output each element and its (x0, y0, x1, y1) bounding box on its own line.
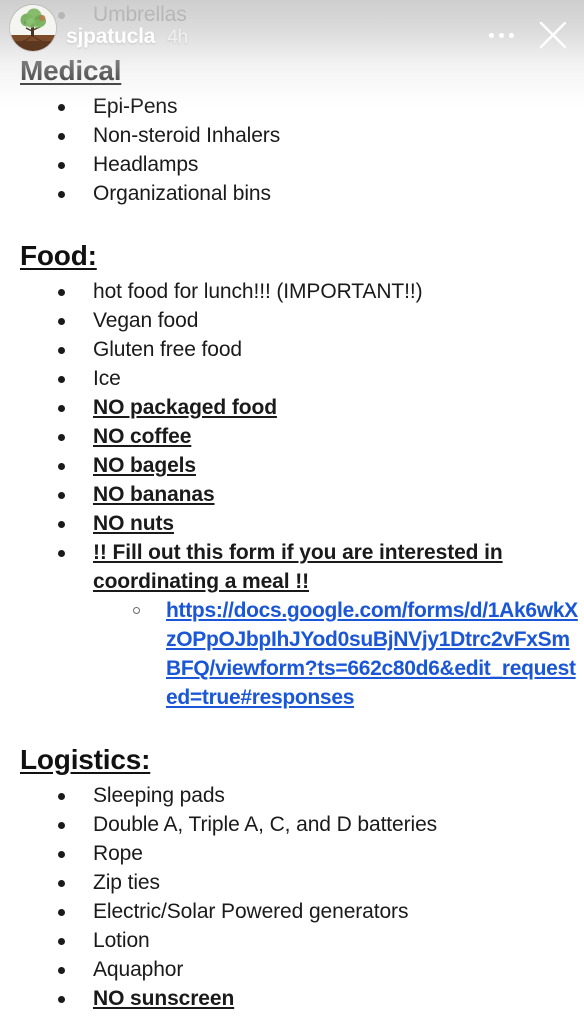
list-item: Rope (0, 839, 584, 868)
list-item: Sleeping pads (0, 781, 584, 810)
list-item: Vegan food (0, 306, 584, 335)
section-food: Food: hot food for lunch!!! (IMPORTANT!!… (0, 238, 584, 712)
list-item: NO packaged food (0, 393, 584, 422)
list-item: Non-steroid Inhalers (0, 121, 584, 150)
section-heading: Medical (20, 55, 122, 86)
sub-list-item: https://docs.google.com/forms/d/1Ak6wkXz… (0, 596, 584, 712)
google-form-link[interactable]: https://docs.google.com/forms/d/1Ak6wkXz… (166, 599, 578, 709)
list-item: Lotion (0, 926, 584, 955)
medical-list: Epi-Pens Non-steroid Inhalers Headlamps … (0, 92, 584, 208)
logistics-list: Sleeping pads Double A, Triple A, C, and… (0, 781, 584, 1013)
list-item: Headlamps (0, 150, 584, 179)
section-heading: Food: (20, 240, 97, 271)
list-item: NO bananas (0, 480, 584, 509)
section-logistics: Logistics: Sleeping pads Double A, Tripl… (0, 742, 584, 1013)
food-list: hot food for lunch!!! (IMPORTANT!!) Vega… (0, 277, 584, 596)
list-item: Gluten free food (0, 335, 584, 364)
username[interactable]: sjpatucla (66, 25, 155, 49)
story-header-actions (489, 4, 570, 52)
section-medical: Medical Epi-Pens Non-steroid Inhalers He… (0, 53, 584, 208)
list-item: Double A, Triple A, C, and D batteries (0, 810, 584, 839)
story-header: sjpatucla 4h (0, 0, 584, 56)
story-header-meta: sjpatucla 4h (66, 7, 489, 49)
section-heading: Logistics: (20, 744, 151, 775)
timestamp: 4h (167, 27, 188, 48)
story-viewport: Umbrellas Medical Epi-Pens Non-steroid I… (0, 0, 584, 1023)
list-item: Aquaphor (0, 955, 584, 984)
list-item: NO bagels (0, 451, 584, 480)
list-item: NO sunscreen (0, 984, 584, 1013)
close-icon (539, 21, 567, 49)
more-options-button[interactable] (489, 32, 514, 38)
tree-avatar-icon (10, 5, 56, 51)
avatar[interactable] (10, 5, 56, 51)
list-item: NO coffee (0, 422, 584, 451)
list-item: Electric/Solar Powered generators (0, 897, 584, 926)
more-horizontal-icon (489, 32, 514, 38)
close-button[interactable] (536, 18, 570, 52)
list-item: hot food for lunch!!! (IMPORTANT!!) (0, 277, 584, 306)
note-content: Umbrellas Medical Epi-Pens Non-steroid I… (0, 0, 584, 1013)
list-item-form-callout: !! Fill out this form if you are interes… (0, 538, 584, 596)
list-item: NO nuts (0, 509, 584, 538)
form-link-sublist: https://docs.google.com/forms/d/1Ak6wkXz… (0, 596, 584, 712)
list-item: Zip ties (0, 868, 584, 897)
list-item: Epi-Pens (0, 92, 584, 121)
list-item: Organizational bins (0, 179, 584, 208)
list-item: Ice (0, 364, 584, 393)
